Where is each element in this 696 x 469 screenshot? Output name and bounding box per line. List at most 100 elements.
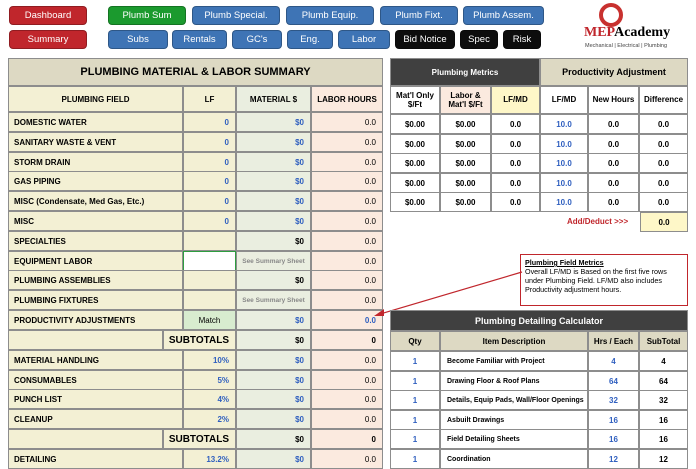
metrics-cell: 0.0 <box>588 192 639 212</box>
nav-plumb-fixt-button[interactable]: Plumb Fixt. <box>380 6 458 25</box>
summary-row-lf[interactable]: 0 <box>183 211 236 231</box>
summary-row-lf <box>183 270 236 290</box>
calculator-cell-hrs[interactable]: 16 <box>588 429 639 449</box>
detailing-pct[interactable]: 13.2% <box>183 449 236 469</box>
metrics-cell[interactable]: 10.0 <box>540 114 588 134</box>
summary-row-label: GAS PIPING <box>8 171 183 191</box>
calculator-cell-desc: Asbuilt Drawings <box>440 410 588 430</box>
nav-plumb-assem-button[interactable]: Plumb Assem. <box>463 6 544 25</box>
metrics-cell[interactable]: 10.0 <box>540 153 588 173</box>
nav-summary-button[interactable]: Summary <box>9 30 87 49</box>
nav-bid-notice-button[interactable]: Bid Notice <box>395 30 455 49</box>
summary-row-label: MISC (Condensate, Med Gas, Etc.) <box>8 191 183 211</box>
calculator-cell-hrs[interactable]: 16 <box>588 410 639 430</box>
summary-markup-label: PUNCH LIST <box>8 389 183 409</box>
summary-row-material: $0 <box>236 211 311 231</box>
nav-risk-button[interactable]: Risk <box>503 30 541 49</box>
calculator-cell-desc: Field Detailing Sheets <box>440 429 588 449</box>
metrics-cell: 0.0 <box>491 134 540 154</box>
summary-markup-material: $0 <box>236 350 311 370</box>
summary-row-lf[interactable]: 0 <box>183 191 236 211</box>
calculator-cell-qty[interactable]: 1 <box>390 410 440 430</box>
summary-markup-label: CONSUMABLES <box>8 370 183 390</box>
summary-row-hours: 0.0 <box>311 132 383 152</box>
metrics-cell: $0.00 <box>390 192 440 212</box>
summary-row-lf[interactable]: 0 <box>183 132 236 152</box>
metrics-note-text: Overall LF/MD is Based on the first five… <box>525 267 667 294</box>
calculator-cell-qty[interactable]: 1 <box>390 351 440 371</box>
nav-labor-button[interactable]: Labor <box>338 30 390 49</box>
summary-markup-pct[interactable]: 10% <box>183 350 236 370</box>
metrics-cell: 0.0 <box>588 134 639 154</box>
summary-row-material: $0 <box>236 270 311 290</box>
calculator-cell-desc: Become Familiar with Project <box>440 351 588 371</box>
logo-title: MEPAcademy <box>584 25 670 41</box>
summary-row-lf <box>183 251 236 271</box>
nav-gcs-button[interactable]: GC's <box>232 30 282 49</box>
summary-title: PLUMBING MATERIAL & LABOR SUMMARY <box>8 58 383 86</box>
metrics-header-3: LF/MD <box>540 86 588 114</box>
nav-plumb-special-button[interactable]: Plumb Special. <box>192 6 280 25</box>
summary-markup-hours: 0.0 <box>311 409 383 429</box>
summary-row-label: MISC <box>8 211 183 231</box>
metrics-cell[interactable]: 10.0 <box>540 134 588 154</box>
nav-plumb-equip-button[interactable]: Plumb Equip. <box>286 6 374 25</box>
metrics-cell: 0.0 <box>491 192 540 212</box>
nav-dashboard-button[interactable]: Dashboard <box>9 6 87 25</box>
metrics-cell: 0.0 <box>639 134 688 154</box>
summary-markup-material: $0 <box>236 370 311 390</box>
calculator-cell-sub: 12 <box>639 449 688 469</box>
calculator-cell-qty[interactable]: 1 <box>390 449 440 469</box>
subtotal2-spacer <box>8 429 163 449</box>
summary-row-lf[interactable]: 0 <box>183 171 236 191</box>
metrics-cell[interactable]: 10.0 <box>540 192 588 212</box>
calculator-cell-qty[interactable]: 1 <box>390 390 440 410</box>
calculator-cell-hrs[interactable]: 64 <box>588 371 639 391</box>
summary-row-hours: 0.0 <box>311 171 383 191</box>
calculator-header-2: Hrs / Each <box>588 331 639 351</box>
calculator-cell-hrs[interactable]: 32 <box>588 390 639 410</box>
summary-row-label: DOMESTIC WATER <box>8 112 183 132</box>
detailing-hours: 0.0 <box>311 449 383 469</box>
nav-subs-button[interactable]: Subs <box>108 30 168 49</box>
calculator-cell-qty[interactable]: 1 <box>390 371 440 391</box>
calculator-cell-hrs[interactable]: 4 <box>588 351 639 371</box>
summary-row-lf[interactable]: 0 <box>183 152 236 172</box>
subtotal-spacer <box>8 330 163 350</box>
summary-row-hours: 0.0 <box>311 251 383 271</box>
summary-markup-pct[interactable]: 5% <box>183 370 236 390</box>
calculator-cell-sub: 16 <box>639 429 688 449</box>
summary-row-material: $0 <box>236 191 311 211</box>
nav-plumb-sum-button[interactable]: Plumb Sum <box>108 6 186 25</box>
nav-rentals-button[interactable]: Rentals <box>172 30 227 49</box>
calculator-cell-hrs[interactable]: 12 <box>588 449 639 469</box>
metrics-cell: $0.00 <box>440 192 491 212</box>
calculator-header-3: SubTotal <box>639 331 688 351</box>
summary-row-label: EQUIPMENT LABOR <box>8 251 183 271</box>
metrics-header-0: Mat'l Only $/Ft <box>390 86 440 114</box>
summary-row-lf <box>183 231 236 251</box>
metrics-cell: $0.00 <box>440 173 491 193</box>
metrics-header-4: New Hours <box>588 86 639 114</box>
calculator-cell-desc: Details, Equip Pads, Wall/Floor Openings <box>440 390 588 410</box>
calculator-cell-qty[interactable]: 1 <box>390 429 440 449</box>
summary-markup-label: MATERIAL HANDLING <box>8 350 183 370</box>
calculator-title: Plumbing Detailing Calculator <box>390 310 688 331</box>
metrics-cell: 0.0 <box>491 153 540 173</box>
summary-markup-pct[interactable]: 4% <box>183 389 236 409</box>
nav-eng-button[interactable]: Eng. <box>287 30 333 49</box>
summary-row-lf[interactable]: 0 <box>183 112 236 132</box>
summary-row-hours: 0.0 <box>311 112 383 132</box>
metrics-cell: $0.00 <box>390 153 440 173</box>
subtotal2-material: $0 <box>236 429 311 449</box>
metrics-note: Plumbing Field Metrics Overall LF/MD is … <box>520 254 688 306</box>
metrics-cell: 0.0 <box>639 153 688 173</box>
logo-mep-text: MEP <box>584 25 615 40</box>
summary-row-material: $0 <box>236 310 311 330</box>
summary-markup-pct[interactable]: 2% <box>183 409 236 429</box>
metrics-cell[interactable]: 10.0 <box>540 173 588 193</box>
metrics-cell: 0.0 <box>588 173 639 193</box>
nav-spec-button[interactable]: Spec <box>460 30 498 49</box>
summary-markup-material: $0 <box>236 389 311 409</box>
summary-header-3: LABOR HOURS <box>311 86 383 112</box>
